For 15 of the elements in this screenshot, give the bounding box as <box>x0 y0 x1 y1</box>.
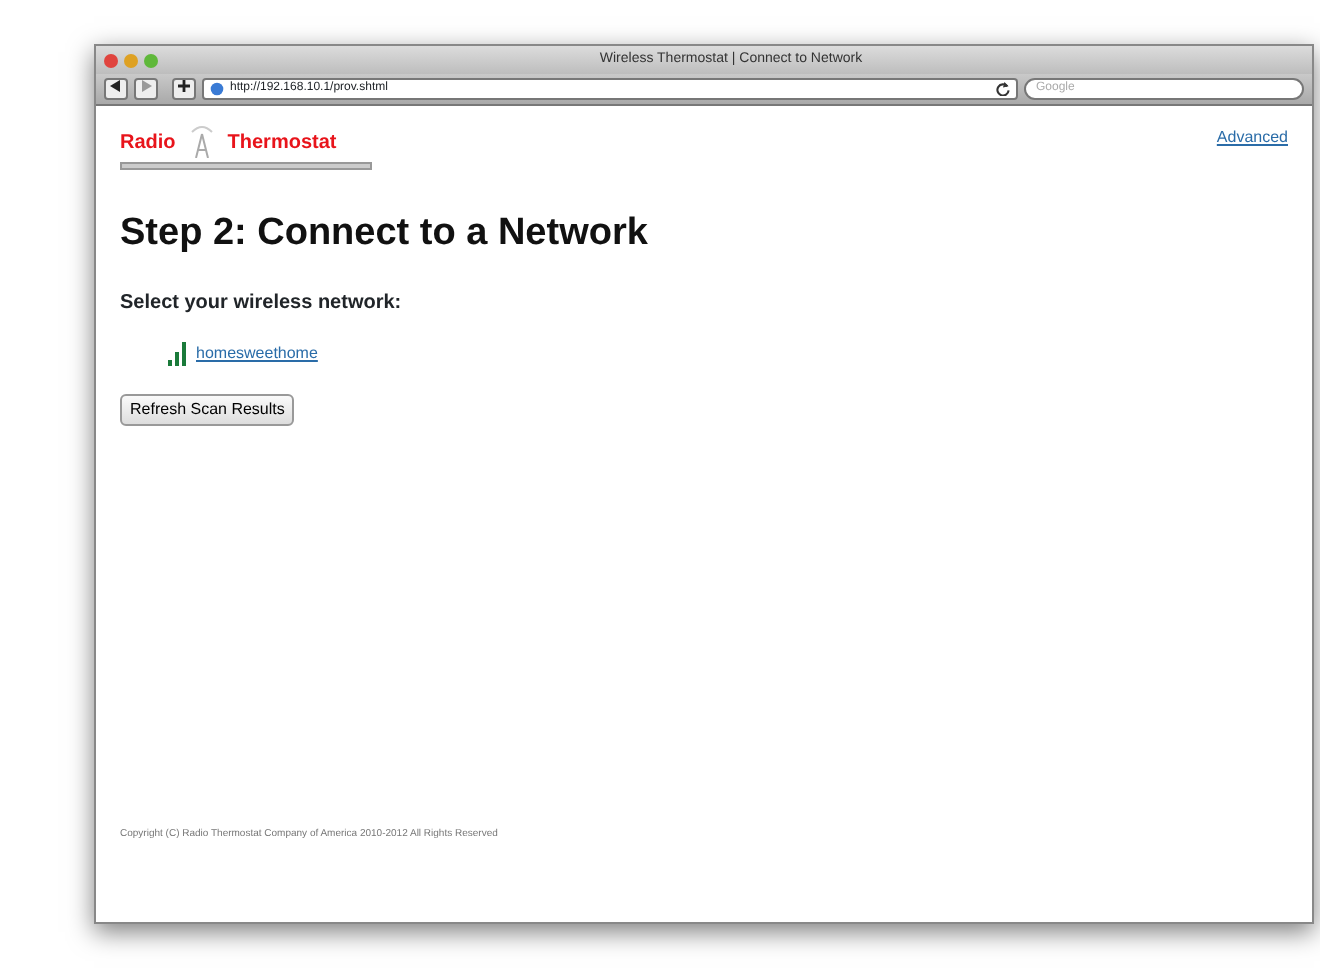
page-heading: Step 2: Connect to a Network <box>120 210 650 258</box>
network-link[interactable]: homesweethome <box>196 341 318 365</box>
forward-icon <box>140 80 152 93</box>
reload-icon[interactable] <box>996 82 1010 96</box>
advanced-link[interactable]: Advanced <box>1216 126 1288 170</box>
back-button[interactable] <box>104 78 128 100</box>
add-bookmark-button[interactable] <box>172 78 196 100</box>
forward-button[interactable] <box>134 78 158 100</box>
close-icon[interactable] <box>104 53 118 67</box>
plus-icon <box>178 80 190 93</box>
logo-drawing: Radio Thermostat <box>120 126 372 170</box>
refresh-button[interactable]: Refresh Scan Results <box>120 393 295 425</box>
network-prompt: Select your wireless network: <box>120 289 404 317</box>
back-icon <box>110 80 122 93</box>
signal-strength-icon <box>168 341 188 365</box>
